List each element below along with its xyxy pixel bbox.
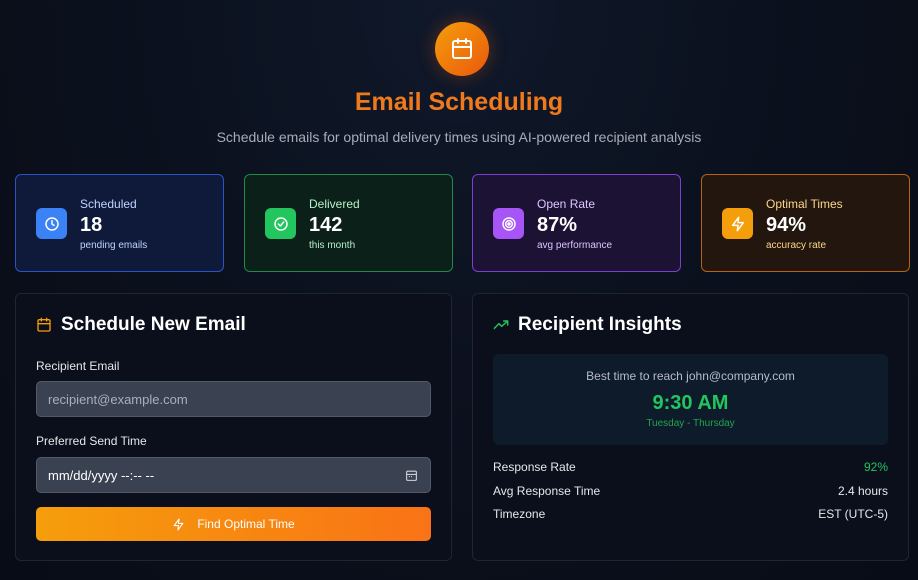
check-circle-icon: [265, 208, 296, 239]
bolt-icon: [172, 518, 185, 531]
trending-up-icon: [493, 317, 509, 333]
stat-value: 18: [80, 214, 103, 236]
schedule-panel-title-text: Schedule New Email: [61, 314, 246, 335]
send-time-label: Preferred Send Time: [36, 434, 147, 448]
recipient-email-label: Recipient Email: [36, 359, 120, 373]
insight-row-response-rate: Response Rate 92%: [493, 460, 888, 474]
insight-value: 2.4 hours: [837, 484, 888, 498]
calendar-picker-icon[interactable]: [405, 468, 419, 482]
stat-card-optimal-times: Optimal Times 94% accuracy rate: [701, 174, 910, 272]
stat-card-scheduled: Scheduled 18 pending emails: [15, 174, 224, 272]
best-time-days: Tuesday - Thursday: [646, 418, 735, 429]
insight-row-timezone: Timezone EST (UTC-5): [493, 507, 888, 521]
best-time-box: Best time to reach john@company.com 9:30…: [493, 354, 888, 445]
stat-card-open-rate: Open Rate 87% avg performance: [472, 174, 681, 272]
stat-value: 94%: [766, 214, 807, 236]
stat-label: Optimal Times: [766, 197, 843, 211]
clock-icon: [36, 208, 67, 239]
stat-sub: avg performance: [537, 240, 613, 251]
stat-sub: accuracy rate: [766, 240, 827, 251]
find-optimal-time-label: Find Optimal Time: [197, 517, 295, 531]
send-time-input[interactable]: mm/dd/yyyy --:-- --: [36, 457, 431, 493]
insight-label: Timezone: [493, 507, 546, 521]
calendar-icon: [36, 317, 52, 333]
send-time-placeholder: mm/dd/yyyy --:-- --: [48, 467, 155, 483]
page-subtitle: Schedule emails for optimal delivery tim…: [216, 129, 702, 145]
schedule-panel: Schedule New Email Recipient Email Prefe…: [15, 293, 452, 561]
stat-card-delivered: Delivered 142 this month: [244, 174, 453, 272]
calendar-icon: [435, 22, 489, 76]
insight-label: Response Rate: [493, 460, 576, 474]
page-title: Email Scheduling: [354, 88, 564, 116]
stat-label: Scheduled: [80, 197, 137, 211]
insight-value: EST (UTC-5): [818, 507, 888, 521]
stat-value: 142: [309, 214, 343, 236]
stat-label: Delivered: [309, 197, 360, 211]
schedule-panel-title: Schedule New Email: [36, 314, 246, 336]
page: Email Scheduling Schedule emails for opt…: [0, 0, 918, 580]
bolt-icon: [722, 208, 753, 239]
target-icon: [493, 208, 524, 239]
insight-label: Avg Response Time: [493, 484, 601, 498]
find-optimal-time-button[interactable]: Find Optimal Time: [36, 507, 431, 541]
insights-panel: Recipient Insights Best time to reach jo…: [472, 293, 909, 561]
insights-panel-title-text: Recipient Insights: [518, 314, 682, 335]
insights-panel-title: Recipient Insights: [493, 314, 682, 336]
stat-sub: pending emails: [80, 240, 148, 251]
insight-row-avg-response-time: Avg Response Time 2.4 hours: [493, 484, 888, 498]
best-time-label: Best time to reach john@company.com: [586, 369, 795, 383]
stat-value: 87%: [537, 214, 578, 236]
best-time-value: 9:30 AM: [652, 392, 729, 414]
recipient-email-input[interactable]: [36, 381, 431, 417]
stat-sub: this month: [309, 240, 356, 251]
stat-label: Open Rate: [537, 197, 596, 211]
insight-value: 92%: [863, 460, 888, 474]
